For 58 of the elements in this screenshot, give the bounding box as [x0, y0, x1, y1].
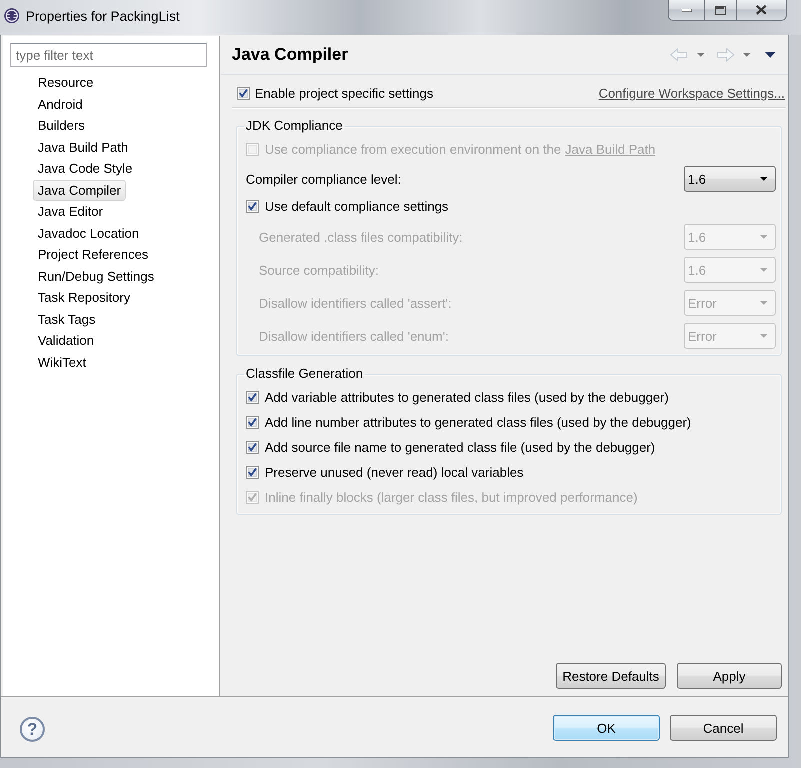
maximize-button[interactable]	[705, 0, 737, 21]
checkbox[interactable]	[246, 390, 259, 404]
caret-down-icon	[760, 268, 768, 272]
tree-item[interactable]: Javadoc Location	[33, 222, 144, 244]
tree-item[interactable]: Builders	[33, 115, 90, 136]
dropdown-label: Disallow identifiers called 'assert':	[259, 296, 453, 310]
checkbox-label: Preserve unused (never read) local variables	[265, 464, 524, 480]
tree-item[interactable]: Validation	[33, 330, 100, 352]
restore-defaults-button[interactable]: Restore Defaults	[556, 663, 666, 689]
checkbox[interactable]	[246, 466, 259, 478]
caret-down-icon	[760, 235, 768, 239]
group-title: JDK Compliance	[245, 118, 344, 134]
help-button[interactable]: ?	[20, 717, 45, 742]
workspace-settings-link[interactable]: Configure Workspace Settings...	[598, 86, 785, 100]
checkbox-label: Use compliance from execution environment on the	[265, 142, 562, 156]
checkbox-label: Add line number attributes to generated class files (used by the debugger)	[265, 414, 692, 430]
dropdown-label: Disallow identifiers called 'enum':	[259, 328, 450, 344]
caret-down-icon[interactable]	[765, 52, 776, 58]
ok-button[interactable]: OK	[553, 715, 660, 741]
close-button[interactable]	[737, 0, 787, 21]
sphere-icon	[4, 8, 20, 24]
window-title: Properties for PackingList	[26, 9, 180, 25]
checkbox-label: Enable project specific settings	[255, 86, 434, 100]
minimize-button[interactable]	[668, 0, 705, 21]
tree-item[interactable]: Task Tags	[33, 308, 101, 330]
tree-item[interactable]: Run/Debug Settings	[33, 266, 160, 287]
checkbox-label: Add variable attributes to generated class files (used by the debugger)	[265, 390, 669, 404]
tree-item[interactable]: Project References	[33, 244, 154, 266]
tree-item[interactable]: Java Editor	[33, 201, 108, 222]
tree-item[interactable]: Resource	[33, 72, 99, 94]
caret-down-icon	[760, 301, 768, 305]
checkbox[interactable]	[246, 440, 259, 454]
checkbox[interactable]	[246, 416, 259, 428]
page-title: Java Compiler	[232, 45, 348, 65]
apply-button[interactable]: Apply	[677, 663, 782, 689]
tree-item[interactable]: WikiText	[33, 352, 92, 373]
group-title: Classfile Generation	[245, 366, 364, 382]
caret-down-icon	[760, 334, 768, 338]
dropdown-label: Source compatibility:	[259, 262, 380, 278]
dropdown-label: Compiler compliance level:	[246, 172, 402, 186]
filter-field[interactable]: type filter text	[10, 43, 207, 67]
checkbox-label: Add source file name to generated class file (used by the debugger)	[265, 440, 656, 454]
tree-item[interactable]: Task Repository	[33, 287, 136, 308]
tree-item[interactable]: Android	[33, 94, 88, 115]
tree-item[interactable]: Java Build Path	[33, 136, 134, 158]
cancel-button[interactable]: Cancel	[670, 715, 777, 741]
maximize-icon	[715, 6, 726, 14]
checkbox[interactable]	[246, 200, 259, 212]
caret-down-icon	[760, 177, 768, 181]
dropdown[interactable]: 1.6	[684, 166, 776, 192]
tree-item[interactable]: Java Compiler	[33, 180, 126, 201]
checkbox-label: Inline finally blocks (larger class files, but improved performance)	[265, 490, 638, 504]
checkbox[interactable]	[237, 86, 250, 100]
tree-item[interactable]: Java Code Style	[33, 158, 138, 180]
minimize-icon	[682, 8, 692, 12]
dropdown-label: Generated .class files compatibility:	[259, 230, 464, 244]
close-icon	[756, 5, 767, 15]
checkbox-label: Use default compliance settings	[265, 198, 449, 214]
